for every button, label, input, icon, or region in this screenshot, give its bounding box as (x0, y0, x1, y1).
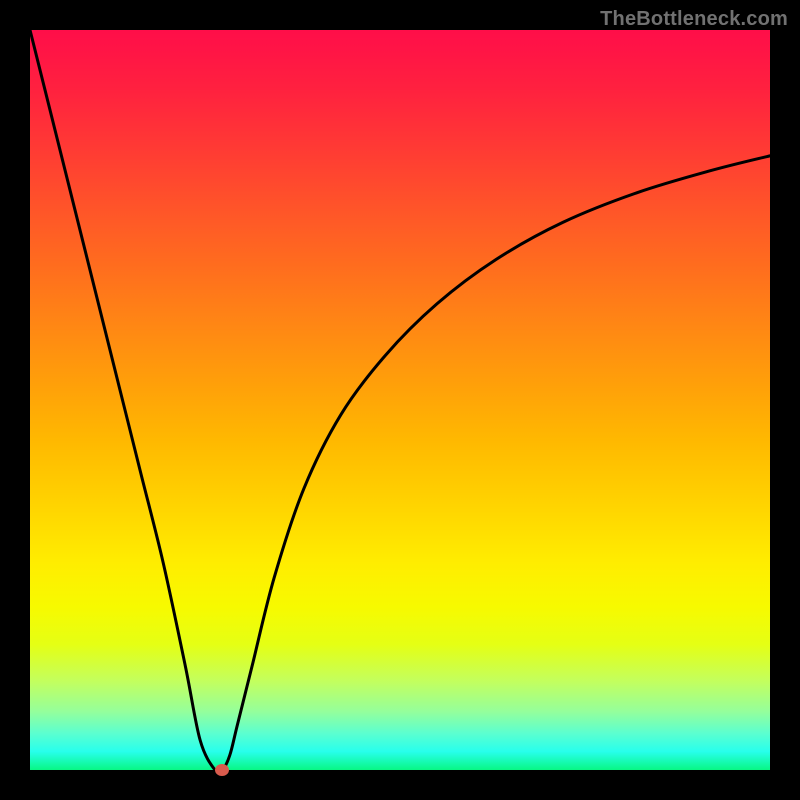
curve-layer (30, 30, 770, 770)
bottleneck-curve (30, 30, 770, 770)
plot-area (30, 30, 770, 770)
minimum-marker (215, 764, 229, 776)
chart-frame: TheBottleneck.com (0, 0, 800, 800)
watermark-text: TheBottleneck.com (600, 8, 788, 31)
